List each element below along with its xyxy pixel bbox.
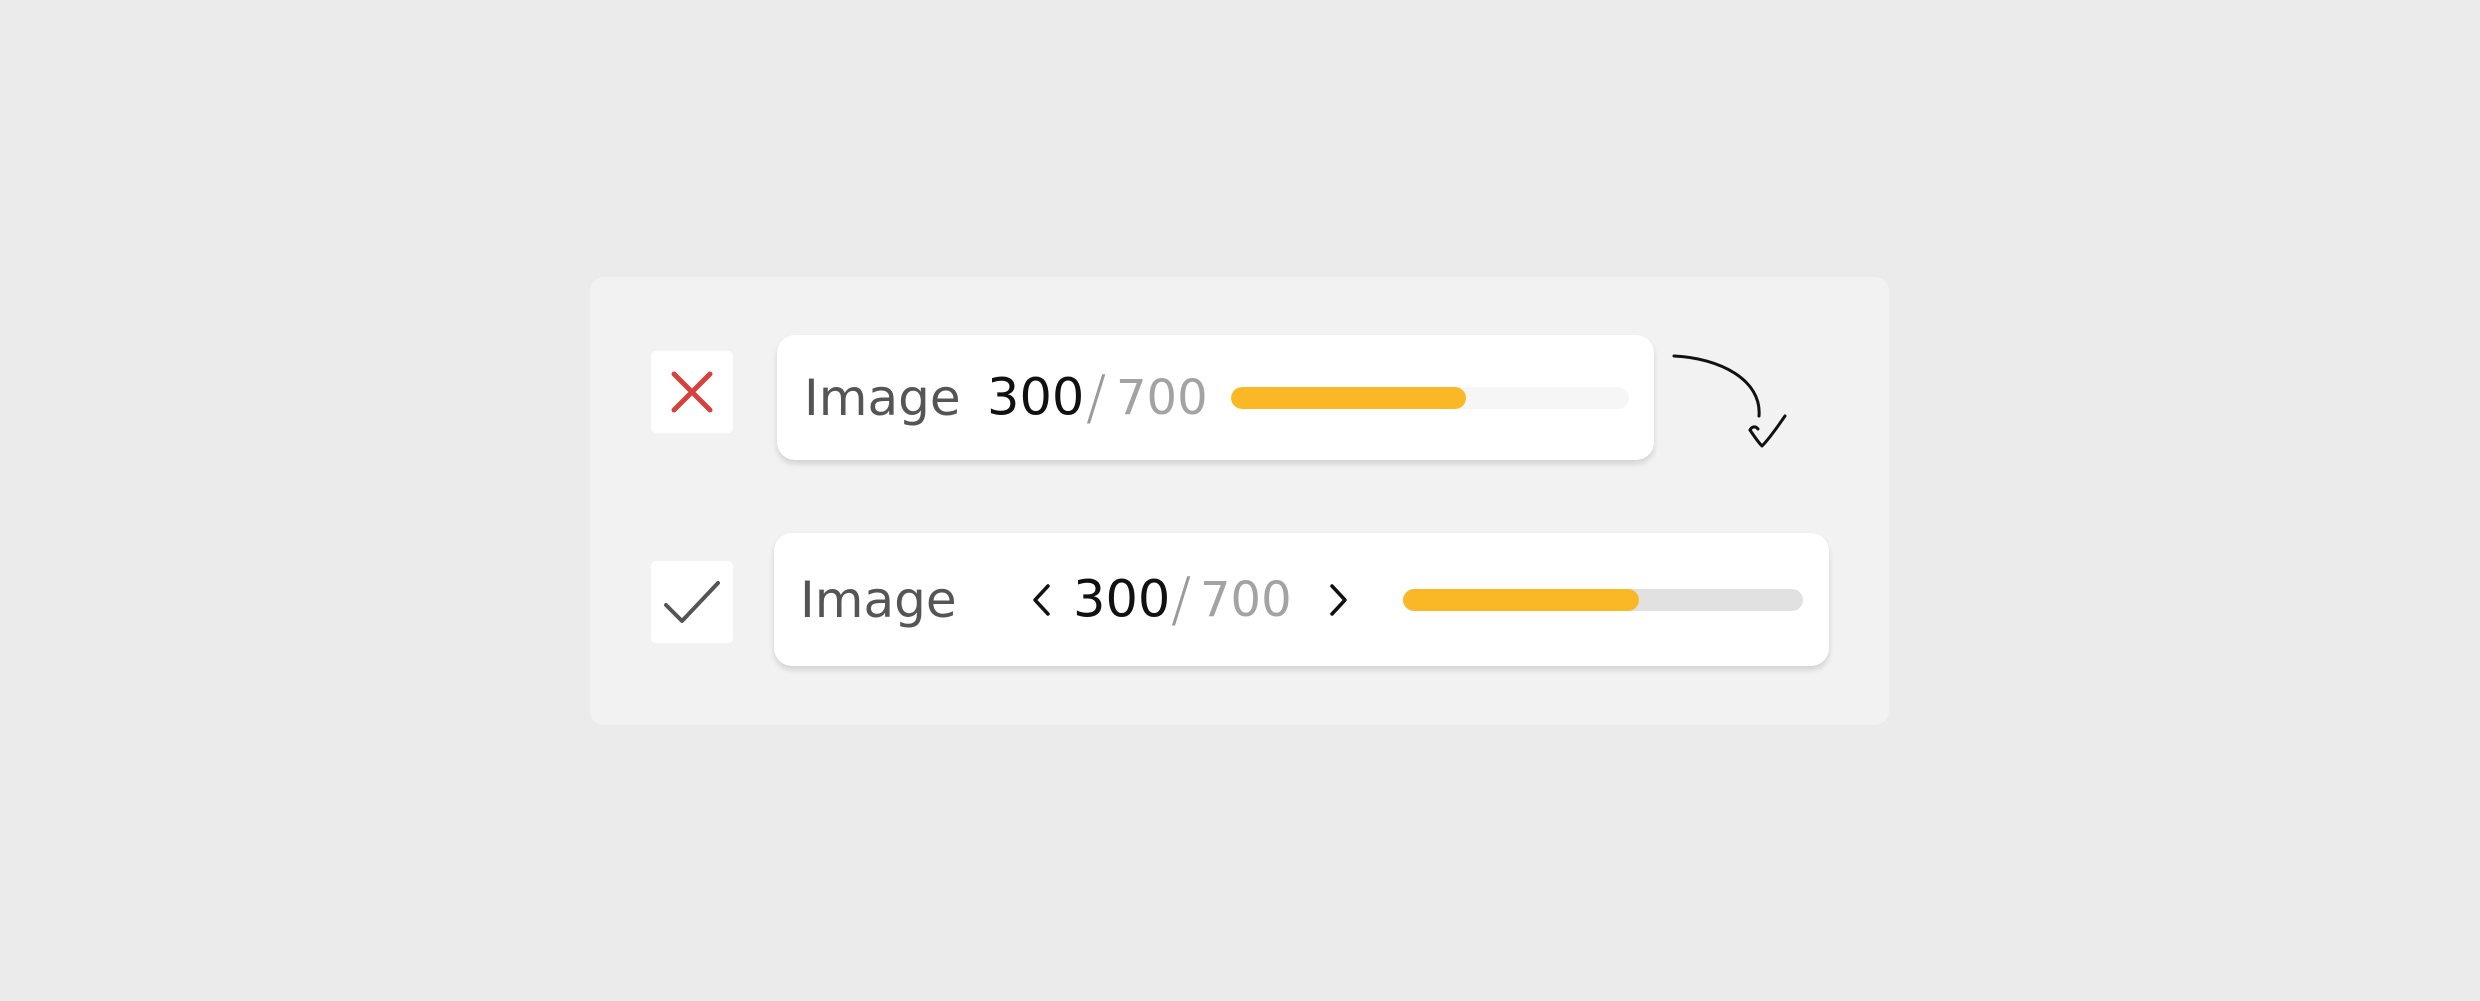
progress-fill <box>1231 386 1466 409</box>
chevron-left-icon <box>1033 583 1050 616</box>
check-icon <box>664 581 720 623</box>
correct-marker <box>651 561 733 643</box>
curved-arrow-icon <box>1672 354 1787 448</box>
incorrect-marker <box>651 351 733 433</box>
image-counter-good: Image 300 / 700 <box>774 533 1829 666</box>
close-icon <box>671 371 713 413</box>
next-button[interactable] <box>1319 575 1359 625</box>
previous-button[interactable] <box>1021 575 1061 625</box>
current-count: 300 <box>1073 570 1171 629</box>
current-count: 300 <box>987 368 1085 427</box>
image-label: Image <box>800 570 957 629</box>
image-label: Image <box>804 368 961 427</box>
progress-bar <box>1403 588 1803 611</box>
total-count: 700 <box>1200 571 1292 628</box>
total-count: 700 <box>1116 369 1208 426</box>
progress-bar <box>1231 386 1629 409</box>
image-counter-bad: Image 300 / 700 <box>777 335 1654 460</box>
chevron-right-icon <box>1330 583 1347 616</box>
count-separator: / <box>1086 362 1107 433</box>
progress-fill <box>1403 588 1639 611</box>
count-separator: / <box>1171 564 1192 635</box>
